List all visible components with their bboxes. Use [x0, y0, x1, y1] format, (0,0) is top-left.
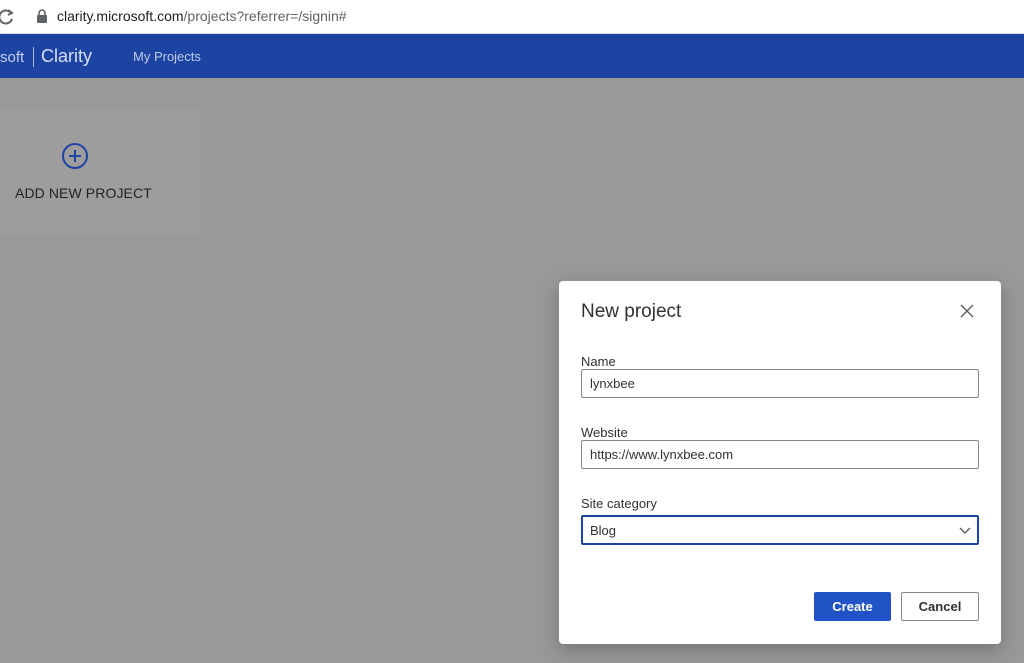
name-input[interactable]: [581, 369, 979, 398]
add-new-project-card[interactable]: ADD NEW PROJECT: [0, 108, 200, 236]
url-field[interactable]: clarity.microsoft.com/projects?referrer=…: [57, 8, 347, 24]
name-label: Name: [581, 354, 616, 369]
brand-clarity[interactable]: Clarity: [41, 46, 92, 67]
brand-microsoft: soft: [0, 49, 25, 66]
website-input[interactable]: [581, 440, 979, 469]
url-path: /projects?referrer=/signin#: [183, 8, 347, 24]
cancel-button[interactable]: Cancel: [901, 592, 979, 621]
website-label: Website: [581, 425, 628, 440]
nav-my-projects[interactable]: My Projects: [133, 49, 201, 64]
add-new-project-label: ADD NEW PROJECT: [15, 185, 152, 201]
site-category-select[interactable]: Blog: [581, 515, 979, 545]
chevron-down-icon: [959, 527, 971, 534]
browser-address-bar: clarity.microsoft.com/projects?referrer=…: [0, 0, 1024, 34]
create-button[interactable]: Create: [814, 592, 891, 621]
brand-divider: [33, 47, 34, 67]
dialog-title: New project: [581, 301, 682, 322]
site-category-label: Site category: [581, 496, 657, 511]
new-project-dialog: New project Name Website Site category B…: [559, 281, 1001, 644]
reload-icon[interactable]: [0, 7, 16, 27]
close-icon[interactable]: [957, 301, 977, 321]
app-header: soft Clarity My Projects: [0, 34, 1024, 78]
lock-icon: [37, 9, 47, 23]
add-circle-icon: [62, 143, 88, 169]
site-category-value: Blog: [590, 523, 617, 538]
url-host: clarity.microsoft.com: [57, 8, 184, 24]
